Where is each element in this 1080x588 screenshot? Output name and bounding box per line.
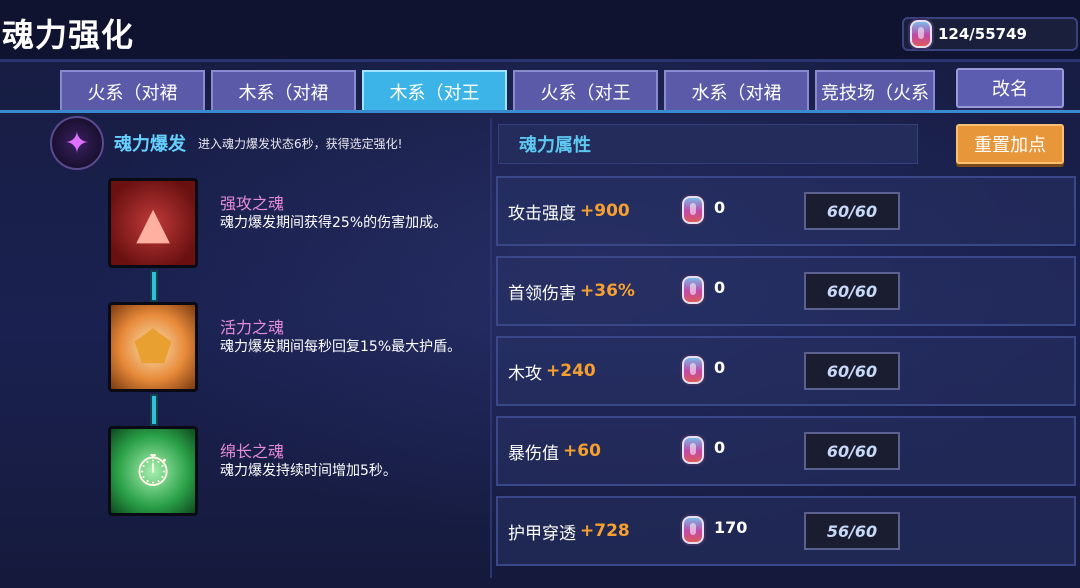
attribute-row-boss-damage[interactable]: 首领伤害 +36% 0 60/60: [496, 256, 1076, 326]
tab-build-6[interactable]: 竞技场（火系: [815, 70, 935, 112]
skill-connector: [150, 394, 158, 426]
skill-connector: [150, 270, 158, 302]
tab-underline: [0, 110, 1080, 113]
attribute-bonus: +36%: [580, 281, 635, 301]
attribute-name: 首领伤害: [508, 283, 576, 304]
rename-button[interactable]: 改名: [956, 68, 1064, 108]
attribute-name: 攻击强度: [508, 203, 576, 224]
attribute-row-crit-damage[interactable]: 暴伤值 +60 0 60/60: [496, 416, 1076, 486]
soul-gem-icon: [682, 516, 704, 544]
skill-name: 绵长之魂: [220, 442, 285, 461]
attribute-cost: 0: [714, 358, 726, 377]
burst-title: 魂力爆发: [114, 134, 186, 155]
build-tabs: 火系（对裙 木系（对裙 木系（对王 火系（对王 水系（对裙 竞技场（火系: [60, 70, 935, 112]
tab-build-3[interactable]: 木系（对王: [362, 70, 507, 112]
soul-gem-icon: [682, 436, 704, 464]
soul-gem-icon: [682, 276, 704, 304]
soul-burst-row: ✦ 魂力爆发 进入魂力爆发状态6秒，获得选定强化!: [50, 116, 403, 170]
attack-soul-icon: ▲: [108, 178, 198, 268]
tab-build-5[interactable]: 水系（对裙: [664, 70, 809, 112]
attribute-row-wood-attack[interactable]: 木攻 +240 0 60/60: [496, 336, 1076, 406]
attribute-cost: 0: [714, 198, 726, 217]
attribute-row-armor-penetration[interactable]: 护甲穿透 +728 170 56/60: [496, 496, 1076, 566]
attribute-cost: 170: [714, 518, 748, 537]
skill-description: 魂力爆发期间每秒回复15%最大护盾。: [220, 339, 462, 355]
vitality-soul-icon: ⬟: [108, 302, 198, 392]
attribute-bonus: +900: [580, 201, 630, 221]
soul-currency-display: 124/55749: [902, 17, 1078, 51]
soul-gem-icon: [682, 196, 704, 224]
tab-build-2[interactable]: 木系（对裙: [211, 70, 356, 112]
attribute-bonus: +60: [563, 441, 601, 461]
attribute-level[interactable]: 56/60: [804, 512, 900, 550]
burst-description: 进入魂力爆发状态6秒，获得选定强化!: [198, 136, 403, 151]
skill-description: 魂力爆发持续时间增加5秒。: [220, 463, 397, 479]
skill-vitality-soul[interactable]: ⬟ 活力之魂 魂力爆发期间每秒回复15%最大护盾。: [108, 302, 488, 394]
attributes-header: 魂力属性: [498, 124, 918, 164]
skill-attack-soul[interactable]: ▲ 强攻之魂 魂力爆发期间获得25%的伤害加成。: [108, 178, 488, 270]
attribute-level[interactable]: 60/60: [804, 272, 900, 310]
page-title: 魂力强化: [2, 16, 135, 54]
tab-build-4[interactable]: 火系（对王: [513, 70, 658, 112]
reset-points-button[interactable]: 重置加点: [956, 124, 1064, 164]
attribute-row-attack[interactable]: 攻击强度 +900 0 60/60: [496, 176, 1076, 246]
panel-divider: [490, 118, 492, 578]
skill-name: 强攻之魂: [220, 194, 285, 213]
attribute-name: 木攻: [508, 363, 542, 384]
duration-soul-icon: ⏱: [108, 426, 198, 516]
attribute-name: 暴伤值: [508, 443, 559, 464]
attribute-bonus: +728: [580, 521, 630, 541]
tab-build-1[interactable]: 火系（对裙: [60, 70, 205, 112]
soul-gem-icon: [910, 20, 932, 48]
top-bar: 魂力强化 124/55749: [0, 0, 1080, 62]
attribute-level[interactable]: 60/60: [804, 192, 900, 230]
soul-burst-icon: ✦: [50, 116, 104, 170]
attribute-level[interactable]: 60/60: [804, 352, 900, 390]
skill-duration-soul[interactable]: ⏱ 绵长之魂 魂力爆发持续时间增加5秒。: [108, 426, 488, 518]
currency-value: 124/55749: [938, 25, 1027, 43]
attribute-bonus: +240: [546, 361, 596, 381]
attribute-level[interactable]: 60/60: [804, 432, 900, 470]
skill-description: 魂力爆发期间获得25%的伤害加成。: [220, 215, 448, 231]
skill-name: 活力之魂: [220, 318, 285, 337]
attribute-cost: 0: [714, 438, 726, 457]
soul-gem-icon: [682, 356, 704, 384]
attribute-name: 护甲穿透: [508, 523, 576, 544]
attribute-cost: 0: [714, 278, 726, 297]
